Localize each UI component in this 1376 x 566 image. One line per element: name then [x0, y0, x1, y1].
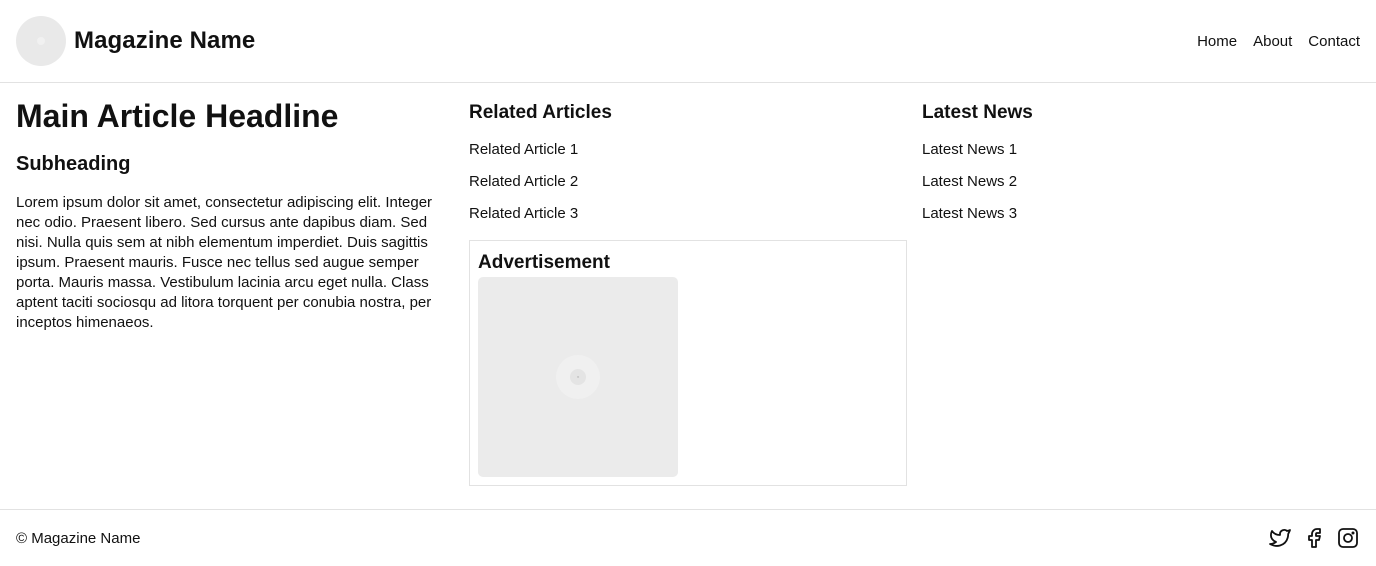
social-links	[1268, 526, 1360, 550]
list-item: Related Article 2	[469, 172, 906, 204]
related-title: Related Articles	[469, 102, 612, 123]
latest-link-2[interactable]: Latest News 2	[922, 173, 1017, 190]
advertisement-image[interactable]: ▫	[478, 277, 678, 477]
main-content: Main Article Headline Subheading Lorem i…	[0, 83, 1376, 509]
nav-contact[interactable]: Contact	[1308, 33, 1360, 50]
site-title[interactable]: Magazine Name	[74, 27, 255, 55]
brand[interactable]: Magazine Name	[16, 16, 255, 66]
related-column: Related Articles Related Article 1 Relat…	[469, 99, 907, 509]
advertisement-title: Advertisement	[478, 252, 610, 273]
article-headline: Main Article Headline	[16, 98, 339, 134]
latest-title: Latest News	[922, 102, 1033, 123]
list-item: Latest News 3	[922, 204, 1359, 236]
related-link-1[interactable]: Related Article 1	[469, 141, 578, 158]
latest-column: Latest News Latest News 1 Latest News 2 …	[922, 99, 1359, 509]
facebook-icon[interactable]	[1302, 526, 1326, 550]
article-body: Lorem ipsum dolor sit amet, consectetur …	[16, 194, 433, 332]
logo-mark	[37, 37, 45, 45]
list-item: Latest News 1	[922, 140, 1359, 172]
main-nav: Home About Contact	[1197, 33, 1360, 50]
article-column: Main Article Headline Subheading Lorem i…	[16, 98, 453, 509]
list-item: Related Article 3	[469, 204, 906, 236]
latest-list: Latest News 1 Latest News 2 Latest News …	[922, 140, 1359, 236]
site-footer: © Magazine Name	[0, 509, 1376, 566]
latest-link-1[interactable]: Latest News 1	[922, 141, 1017, 158]
image-placeholder-icon: ▫	[556, 355, 600, 399]
nav-home[interactable]: Home	[1197, 33, 1237, 50]
latest-link-3[interactable]: Latest News 3	[922, 205, 1017, 222]
logo[interactable]	[16, 16, 66, 66]
twitter-icon[interactable]	[1268, 526, 1292, 550]
article-subheading: Subheading	[16, 153, 131, 176]
related-list: Related Article 1 Related Article 2 Rela…	[469, 140, 906, 236]
list-item: Latest News 2	[922, 172, 1359, 204]
nav-about[interactable]: About	[1253, 33, 1292, 50]
list-item: Related Article 1	[469, 140, 906, 172]
related-link-3[interactable]: Related Article 3	[469, 205, 578, 222]
related-link-2[interactable]: Related Article 2	[469, 173, 578, 190]
site-header: Magazine Name Home About Contact	[0, 0, 1376, 83]
copyright-text: © Magazine Name	[16, 529, 141, 547]
advertisement-box: Advertisement ▫	[469, 240, 907, 486]
instagram-icon[interactable]	[1336, 526, 1360, 550]
